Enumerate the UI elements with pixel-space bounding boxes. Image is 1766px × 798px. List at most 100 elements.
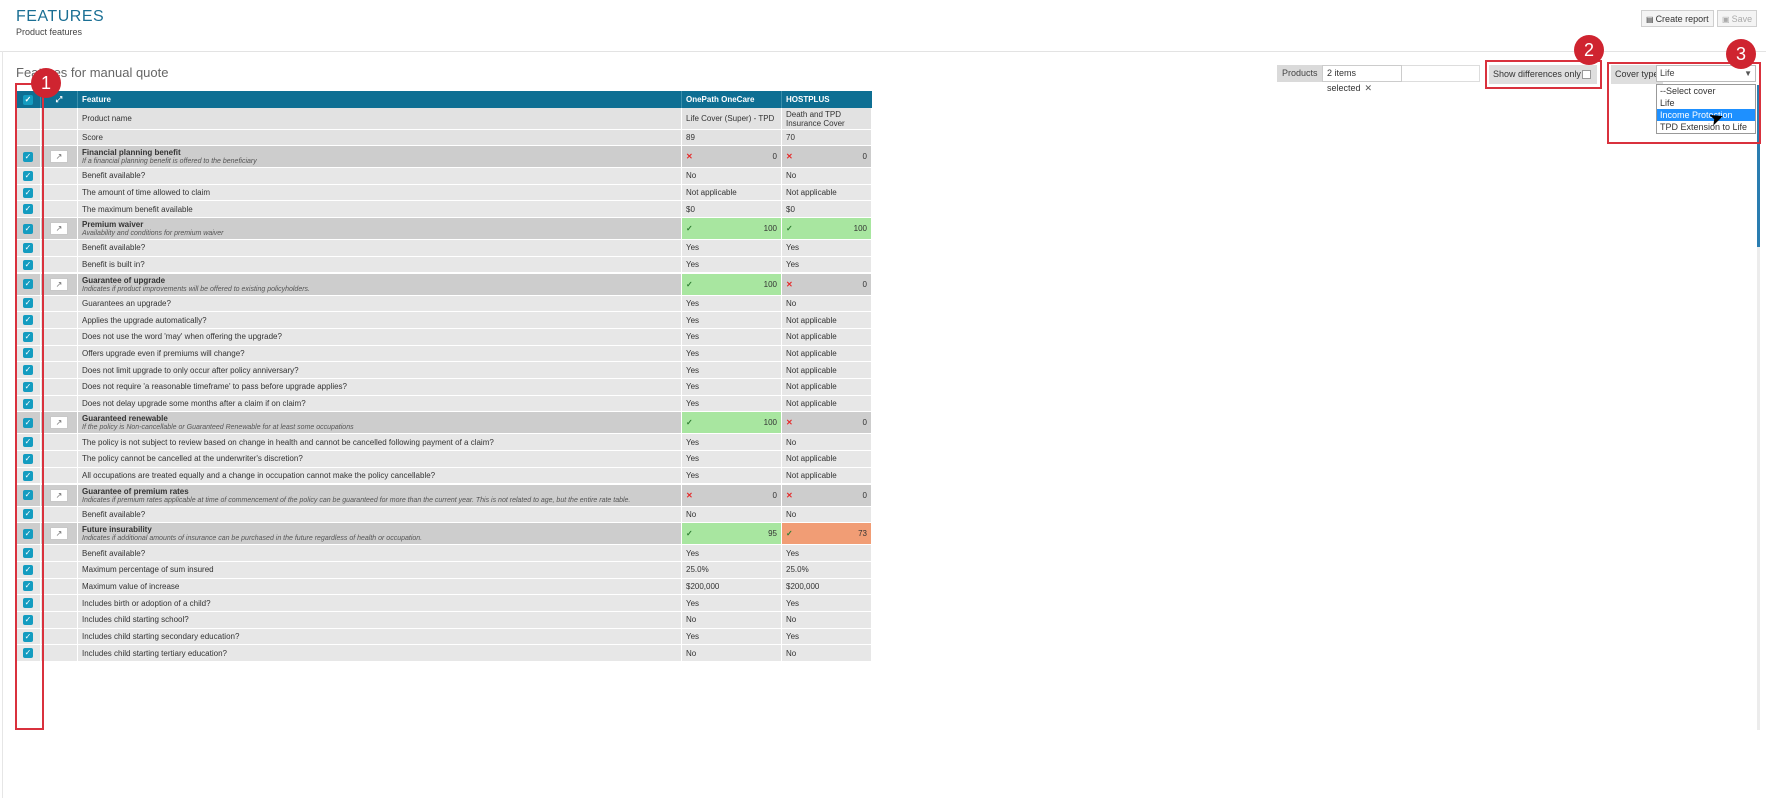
answer-value: Yes — [786, 260, 800, 270]
feature-name: Financial planning benefit — [82, 148, 181, 157]
answer-value: Yes — [686, 260, 700, 270]
answer-value: Not applicable — [686, 188, 737, 198]
value-cell-b: Not applicable — [782, 362, 872, 379]
feature-detail-row: ✓ The maximum benefit available $0 $0 — [16, 201, 872, 219]
score-value: ✓ 100 — [686, 418, 781, 427]
value-cell-a: No — [682, 645, 782, 663]
score-cell-b: ✓ 100 — [782, 218, 872, 241]
value-cell-b: Yes — [782, 545, 872, 562]
score-value: ✕ 0 — [786, 418, 871, 427]
feature-detail-cell: Maximum percentage of sum insured — [78, 561, 682, 579]
score-a: 89 — [686, 133, 695, 142]
column-header-feature[interactable]: Feature — [78, 91, 682, 108]
pin-icon[interactable]: ↗ — [50, 277, 68, 291]
feature-question: The maximum benefit available — [82, 204, 193, 214]
feature-detail-row: ✓ Benefit available? Yes Yes — [16, 545, 872, 562]
score-label: Score — [82, 133, 103, 142]
annotation-badge-1: 1 — [31, 68, 61, 98]
feature-question: Includes child starting school? — [82, 615, 189, 625]
pin-cell — [41, 295, 78, 313]
save-label: Save — [1731, 14, 1753, 24]
pin-cell — [41, 645, 78, 663]
feature-description: If a financial planning benefit is offer… — [82, 158, 257, 165]
value-cell-b: Not applicable — [782, 395, 872, 413]
products-search-input[interactable] — [1402, 65, 1480, 82]
answer-value: No — [786, 171, 797, 181]
answer-value: Not applicable — [786, 365, 837, 375]
feature-name: Future insurability — [82, 525, 152, 535]
feature-detail-cell: Maximum value of increase — [78, 578, 682, 596]
score-value: ✓ 100 — [686, 224, 781, 233]
create-report-button[interactable]: ▤ Create report — [1641, 10, 1714, 27]
feature-group-cell: Financial planning benefit If a financial… — [78, 146, 682, 168]
cross-icon: ✕ — [686, 152, 693, 161]
check-icon: ✓ — [686, 529, 693, 539]
products-select[interactable]: 2 items selected ✕ — [1322, 65, 1402, 93]
feature-question: Benefit available? — [82, 171, 146, 181]
products-label: Products — [1277, 65, 1323, 82]
feature-question: Maximum percentage of sum insured — [82, 565, 214, 575]
pin-icon[interactable]: ↗ — [50, 150, 68, 163]
pin-icon[interactable]: ↗ — [50, 416, 68, 430]
value-cell-b: Not applicable — [782, 379, 872, 396]
score-label-cell: Score — [78, 130, 682, 146]
value-cell-a: Yes — [682, 295, 782, 313]
page-title: FEATURES — [16, 8, 105, 25]
feature-detail-row: ✓ Includes birth or adoption of a child? Y… — [16, 595, 872, 612]
feature-detail-cell: Includes birth or adoption of a child? — [78, 595, 682, 612]
value-cell-a: Yes — [682, 240, 782, 257]
clear-products-icon[interactable]: ✕ — [1365, 83, 1373, 93]
feature-question: Does not use the word 'may' when offerin… — [82, 332, 282, 342]
column-header-product-b[interactable]: HOSTPLUS — [782, 91, 872, 108]
feature-question: Benefit available? — [82, 548, 146, 558]
feature-detail-cell: Includes child starting school? — [78, 612, 682, 629]
score-value: ✓ 100 — [686, 280, 781, 289]
feature-detail-cell: Does not limit upgrade to only occur aft… — [78, 362, 682, 379]
annotation-frame-1 — [15, 83, 44, 730]
value-cell-a: Yes — [682, 545, 782, 562]
column-header-product-a[interactable]: OnePath OneCare — [682, 91, 782, 108]
answer-value: Not applicable — [786, 382, 837, 392]
value-cell-b: Not applicable — [782, 312, 872, 329]
feature-name: Guaranteed renewable — [82, 414, 168, 424]
pin-cell — [41, 256, 78, 274]
pin-cell — [41, 184, 78, 202]
value-cell-a: 25.0% — [682, 561, 782, 579]
answer-value: Yes — [686, 399, 700, 409]
pin-cell — [41, 328, 78, 346]
product-name-row: Product name Life Cover (Super) - TPD Deat… — [16, 108, 872, 130]
pin-cell — [41, 545, 78, 562]
value-cell-b: 25.0% — [782, 561, 872, 579]
pin-icon[interactable]: ↗ — [50, 488, 68, 502]
pin-icon[interactable]: ↗ — [50, 527, 68, 541]
feature-group-cell: Future insurability Indicates if addition… — [78, 523, 682, 546]
score-b-cell: 70 — [782, 130, 872, 146]
score-number: 0 — [862, 418, 867, 428]
answer-value: 25.0% — [686, 565, 709, 575]
value-cell-a: Not applicable — [682, 184, 782, 202]
empty-cell — [41, 130, 78, 146]
answer-value: Not applicable — [786, 332, 837, 342]
pin-icon[interactable]: ↗ — [50, 222, 68, 236]
feature-text: Premium waiver Availability and condition… — [82, 220, 224, 237]
feature-detail-cell: Does not use the word 'may' when offerin… — [78, 328, 682, 346]
check-icon: ✓ — [786, 529, 793, 539]
value-cell-a: Yes — [682, 345, 782, 363]
answer-value: Yes — [786, 598, 800, 608]
value-cell-a: $0 — [682, 201, 782, 219]
value-cell-a: Yes — [682, 362, 782, 379]
score-number: 0 — [862, 152, 867, 161]
feature-detail-row: ✓ Benefit is built in? Yes Yes — [16, 256, 872, 274]
save-button[interactable]: ▣ Save — [1717, 10, 1758, 27]
answer-value: $200,000 — [786, 581, 820, 591]
answer-value: Yes — [686, 298, 700, 308]
value-cell-a: Yes — [682, 628, 782, 646]
score-cell-a: ✓ 95 — [682, 523, 782, 546]
feature-name: Guarantee of upgrade — [82, 275, 166, 285]
value-cell-a: Yes — [682, 379, 782, 396]
feature-detail-row: ✓ Includes child starting school? No No — [16, 612, 872, 629]
product-name-label-cell: Product name — [78, 108, 682, 130]
score-value: ✕ 0 — [786, 280, 871, 289]
score-value: ✕ 0 — [786, 491, 871, 500]
feature-group-row: ✓ ↗ Guarantee of premium rates Indicates if… — [16, 484, 872, 507]
